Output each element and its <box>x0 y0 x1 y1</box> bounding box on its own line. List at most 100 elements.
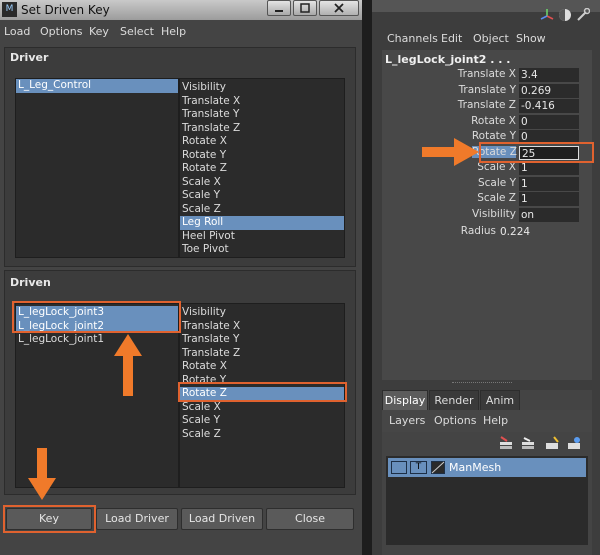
driver-attribute-item-3[interactable]: Translate Z <box>180 122 344 136</box>
attr-label-3[interactable]: Rotate X <box>366 115 516 127</box>
layer-visibility-toggle[interactable] <box>391 461 407 474</box>
channel-box-panel: L_legLock_joint2 . . . Translate X 3.4 Tra… <box>382 50 592 380</box>
driver-attribute-item-11[interactable]: Heel Pivot <box>180 230 344 244</box>
new-empty-layer-icon[interactable] <box>520 436 536 450</box>
driven-attribute-item-0[interactable]: Visibility <box>180 306 344 320</box>
sdk-menubar: Load Options Key Select Help <box>0 22 362 42</box>
new-layer-from-selection-icon[interactable] <box>498 436 514 450</box>
attr-label-7[interactable]: Scale Y <box>366 177 516 189</box>
attr-label-radius: Radius <box>460 225 496 237</box>
driver-section: Driver L_Leg_Control Visibility Translate… <box>4 47 356 267</box>
driver-attribute-item-10[interactable]: Leg Roll <box>180 216 344 230</box>
selected-object-name[interactable]: L_legLock_joint2 . . . <box>385 53 510 66</box>
attr-label-2[interactable]: Translate Z <box>366 99 516 111</box>
attr-value-2[interactable]: -0.416 <box>519 99 579 113</box>
maximize-button[interactable] <box>293 0 317 16</box>
menu-channels[interactable]: Channels <box>387 32 438 45</box>
menu-options[interactable]: Options <box>40 25 82 38</box>
wrench-icon[interactable] <box>576 7 591 22</box>
driver-attribute-item-1[interactable]: Translate X <box>180 95 344 109</box>
menu-select[interactable]: Select <box>120 25 154 38</box>
driver-attribute-item-0[interactable]: Visibility <box>180 81 344 95</box>
tab-display[interactable]: Display <box>382 390 428 410</box>
rotate-z-channel-highlight <box>479 142 594 163</box>
driven-attribute-item-3[interactable]: Translate Z <box>180 347 344 361</box>
half-circle-icon[interactable] <box>558 8 572 22</box>
attr-label-1[interactable]: Translate Y <box>366 84 516 96</box>
menu-load[interactable]: Load <box>4 25 30 38</box>
driven-rotate-z-highlight <box>178 382 347 402</box>
tab-anim[interactable]: Anim <box>480 390 520 410</box>
load-driver-button[interactable]: Load Driver <box>96 508 178 530</box>
attr-value-3[interactable]: 0 <box>519 114 579 129</box>
channel-box-menubar: Channels Edit Object Show <box>372 30 600 48</box>
close-window-button[interactable] <box>319 0 359 16</box>
right-arrow-icon <box>422 138 479 166</box>
window-title: Set Driven Key <box>21 3 110 17</box>
panel-splitter[interactable] <box>452 382 512 385</box>
driver-attribute-item-6[interactable]: Rotate Z <box>180 162 344 176</box>
layer-row-manmesh[interactable]: T ManMesh <box>388 458 586 477</box>
attr-value-7[interactable]: 1 <box>519 176 579 191</box>
driver-attribute-item-7[interactable]: Scale X <box>180 176 344 190</box>
layer-list[interactable]: T ManMesh <box>386 456 588 545</box>
driver-attribute-item-8[interactable]: Scale Y <box>180 189 344 203</box>
set-driven-key-window: M Set Driven Key Load Options Key Select… <box>0 0 362 555</box>
driven-header: Driven <box>10 276 51 289</box>
attr-label-9[interactable]: Visibility <box>366 208 516 220</box>
menu-layers[interactable]: Layers <box>389 414 425 427</box>
menu-object[interactable]: Object <box>473 32 509 45</box>
driver-attribute-item-12[interactable]: Toe Pivot <box>180 243 344 257</box>
driver-object-list[interactable]: L_Leg_Control <box>15 78 179 258</box>
driver-attribute-item-2[interactable]: Translate Y <box>180 108 344 122</box>
driven-object-item-2[interactable]: L_legLock_joint1 <box>16 333 178 347</box>
close-icon <box>334 3 344 13</box>
layer-editor-panel: Display Render Anim Layers Options Help … <box>382 390 592 555</box>
driver-attribute-list[interactable]: Visibility Translate X Translate Y Translat… <box>179 78 345 258</box>
maximize-icon <box>300 3 310 13</box>
driver-attribute-item-9[interactable]: Scale Z <box>180 203 344 217</box>
driven-attribute-item-9[interactable]: Scale Z <box>180 428 344 442</box>
driver-object-item-0[interactable]: L_Leg_Control <box>16 79 178 93</box>
down-arrow-icon <box>28 448 56 500</box>
key-button-highlight <box>3 505 96 533</box>
attr-value-0[interactable]: 3.4 <box>519 68 579 82</box>
driven-objects-highlight <box>12 301 181 333</box>
attr-value-radius[interactable]: 0.224 <box>498 225 558 239</box>
driven-attribute-item-2[interactable]: Translate Y <box>180 333 344 347</box>
attr-value-6[interactable]: 1 <box>519 161 579 175</box>
layer-name: ManMesh <box>449 461 502 474</box>
axis-icon[interactable] <box>540 8 554 22</box>
driven-attribute-item-8[interactable]: Scale Y <box>180 414 344 428</box>
attr-value-9[interactable]: on <box>519 207 579 222</box>
attr-label-8[interactable]: Scale Z <box>366 192 516 204</box>
driver-attribute-item-5[interactable]: Rotate Y <box>180 149 344 163</box>
layer-from-selected-icon[interactable] <box>544 436 560 450</box>
layer-menubar: Layers Options Help <box>382 410 592 432</box>
driver-attribute-item-4[interactable]: Rotate X <box>180 135 344 149</box>
add-to-layer-icon[interactable] <box>566 436 582 450</box>
close-button[interactable]: Close <box>266 508 354 530</box>
window-titlebar[interactable]: M Set Driven Key <box>0 0 362 20</box>
driven-attribute-item-1[interactable]: Translate X <box>180 320 344 334</box>
menu-layer-help[interactable]: Help <box>483 414 508 427</box>
channel-box-window: Channels Edit Object Show L_legLock_join… <box>372 0 600 555</box>
layer-display-type-toggle[interactable]: T <box>410 461 427 474</box>
maya-app-icon: M <box>2 2 17 17</box>
up-arrow-icon <box>114 334 142 396</box>
layer-color-swatch-icon[interactable] <box>431 461 445 474</box>
menu-edit[interactable]: Edit <box>441 32 462 45</box>
driven-attribute-item-4[interactable]: Rotate X <box>180 360 344 374</box>
menu-key[interactable]: Key <box>89 25 109 38</box>
menu-help[interactable]: Help <box>161 25 186 38</box>
menu-show[interactable]: Show <box>516 32 546 45</box>
tab-render[interactable]: Render <box>429 390 479 410</box>
minimize-button[interactable] <box>267 0 291 16</box>
menu-layer-options[interactable]: Options <box>434 414 476 427</box>
attr-label-0[interactable]: Translate X <box>366 68 516 80</box>
attr-value-1[interactable]: 0.269 <box>519 83 579 98</box>
driven-attribute-item-7[interactable]: Scale X <box>180 401 344 415</box>
load-driven-button[interactable]: Load Driven <box>181 508 263 530</box>
attr-value-8[interactable]: 1 <box>519 192 579 206</box>
minimize-icon <box>275 10 283 12</box>
